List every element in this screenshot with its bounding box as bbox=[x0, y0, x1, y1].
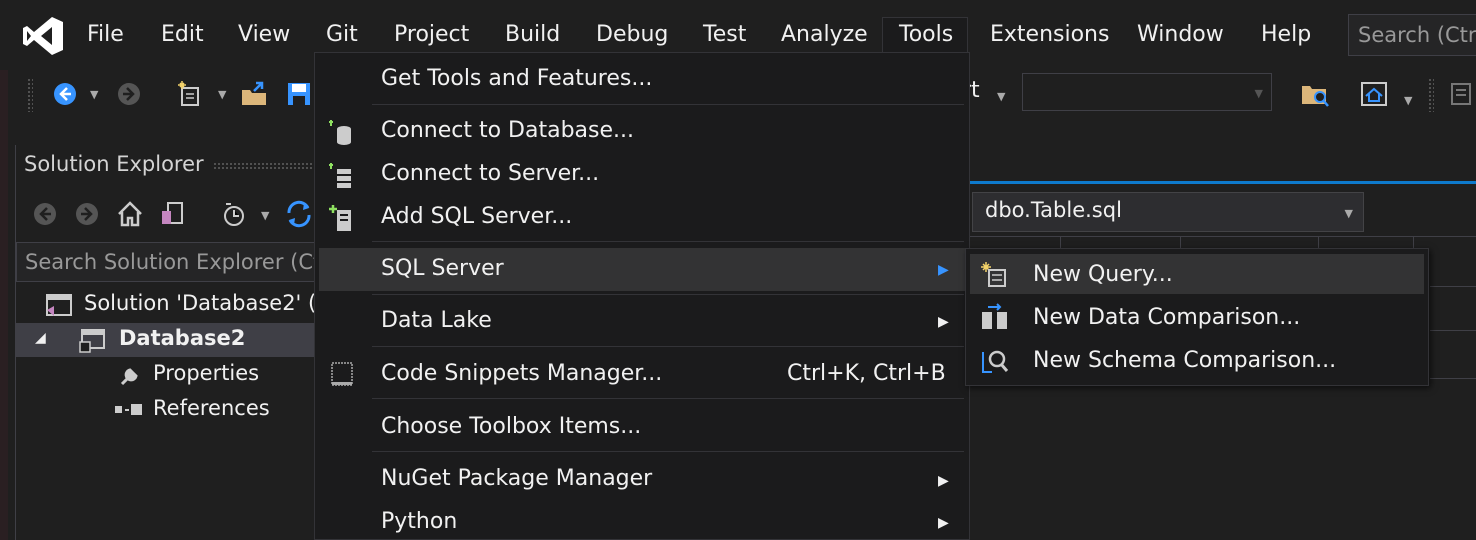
menu-data-lake[interactable]: Data Lake bbox=[381, 308, 492, 333]
document-tab-accent bbox=[970, 181, 1476, 184]
menu-separator bbox=[372, 104, 964, 105]
menu-window[interactable]: Window bbox=[1137, 17, 1224, 53]
chevron-down-icon: ▼ bbox=[1254, 87, 1263, 100]
configuration-dropdown[interactable]: ▼ bbox=[1022, 73, 1272, 111]
menu-separator bbox=[372, 294, 964, 295]
new-project-dropdown-arrow-icon[interactable]: ▼ bbox=[218, 88, 226, 101]
back-icon[interactable] bbox=[52, 81, 78, 107]
menu-extensions[interactable]: Extensions bbox=[990, 17, 1109, 53]
schema-comparison-icon bbox=[982, 350, 1009, 373]
forward-icon[interactable] bbox=[116, 81, 142, 107]
submenu-new-data-comparison[interactable]: New Data Comparison... bbox=[1033, 305, 1300, 330]
new-query-icon bbox=[981, 262, 1006, 287]
menu-code-snippets[interactable]: Code Snippets Manager... bbox=[381, 361, 662, 386]
submenu-arrow-icon: ▶ bbox=[938, 314, 949, 330]
chevron-down-icon: ▼ bbox=[1344, 207, 1353, 220]
connect-server-icon bbox=[329, 163, 351, 188]
database-project-icon bbox=[79, 329, 105, 353]
solution-search-input[interactable]: Search Solution Explorer (Ct bbox=[16, 242, 315, 282]
submenu-new-schema-comparison[interactable]: New Schema Comparison... bbox=[1033, 348, 1336, 373]
tree-references[interactable]: References bbox=[153, 396, 270, 420]
save-icon[interactable] bbox=[286, 81, 312, 107]
menu-separator bbox=[372, 451, 964, 452]
submenu-new-query[interactable]: New Query... bbox=[1033, 262, 1173, 287]
pending-changes-filter-icon[interactable] bbox=[220, 200, 248, 228]
menu-separator bbox=[372, 346, 964, 347]
window-left-edge bbox=[0, 70, 8, 540]
menu-project[interactable]: Project bbox=[394, 17, 469, 53]
grid-row-line bbox=[1430, 378, 1476, 379]
start-dropdown-arrow-icon[interactable]: ▼ bbox=[997, 90, 1005, 103]
switch-views-icon[interactable] bbox=[158, 200, 186, 228]
find-in-files-icon[interactable] bbox=[1300, 80, 1332, 108]
sol-back-icon[interactable] bbox=[32, 201, 58, 227]
menu-file[interactable]: File bbox=[87, 17, 124, 53]
menu-git[interactable]: Git bbox=[326, 17, 358, 53]
menu-connect-database[interactable]: Connect to Database... bbox=[381, 118, 634, 143]
solution-icon bbox=[46, 294, 72, 316]
menu-connect-server[interactable]: Connect to Server... bbox=[381, 161, 599, 186]
filter-dropdown-arrow-icon[interactable]: ▼ bbox=[261, 209, 269, 222]
toolbar-grip-2[interactable] bbox=[1428, 78, 1434, 112]
menu-separator bbox=[372, 241, 964, 242]
menu-tools[interactable]: Tools bbox=[899, 17, 953, 53]
code-snippets-shortcut: Ctrl+K, Ctrl+B bbox=[787, 361, 946, 386]
menu-separator bbox=[372, 398, 964, 399]
tree-project[interactable]: Database2 bbox=[119, 326, 245, 350]
menu-get-tools[interactable]: Get Tools and Features... bbox=[381, 66, 652, 91]
submenu-arrow-icon: ▶ bbox=[938, 473, 949, 489]
toolbar-grip[interactable] bbox=[27, 78, 33, 112]
panel-title-grip[interactable] bbox=[213, 162, 313, 170]
expand-arrow-icon[interactable]: ◢ bbox=[35, 330, 46, 346]
references-icon bbox=[115, 404, 142, 415]
code-snippets-icon bbox=[331, 362, 353, 386]
toolbar-overflow-icon[interactable] bbox=[1446, 80, 1476, 108]
browse-icon[interactable] bbox=[1360, 80, 1388, 108]
visual-studio-logo-icon[interactable] bbox=[22, 16, 64, 56]
connect-database-icon bbox=[329, 120, 351, 145]
menu-debug[interactable]: Debug bbox=[596, 17, 668, 53]
open-folder-icon[interactable] bbox=[240, 80, 270, 108]
menu-analyze[interactable]: Analyze bbox=[781, 17, 868, 53]
tree-solution[interactable]: Solution 'Database2' (1 bbox=[84, 291, 330, 315]
solution-explorer-title[interactable]: Solution Explorer bbox=[24, 152, 204, 176]
menu-help[interactable]: Help bbox=[1261, 17, 1311, 53]
new-project-icon[interactable] bbox=[176, 80, 204, 108]
menu-choose-toolbox-items[interactable]: Choose Toolbox Items... bbox=[381, 414, 641, 439]
menu-add-sql-server[interactable]: Add SQL Server... bbox=[381, 204, 572, 229]
menu-python[interactable]: Python bbox=[381, 509, 457, 534]
grid-header-top bbox=[970, 236, 1476, 237]
back-dropdown-arrow-icon[interactable]: ▼ bbox=[90, 88, 98, 101]
tree-properties[interactable]: Properties bbox=[153, 361, 259, 385]
menu-view[interactable]: View bbox=[238, 17, 290, 53]
submenu-arrow-icon: ▶ bbox=[938, 515, 949, 531]
menu-edit[interactable]: Edit bbox=[161, 17, 204, 53]
wrench-icon bbox=[120, 368, 138, 386]
home-icon[interactable] bbox=[116, 200, 144, 228]
data-comparison-icon bbox=[982, 303, 1007, 329]
browse-dropdown-arrow-icon[interactable]: ▼ bbox=[1404, 94, 1412, 107]
menu-build[interactable]: Build bbox=[505, 17, 560, 53]
search-input[interactable]: Search (Ctrl bbox=[1348, 14, 1476, 56]
add-sql-server-icon bbox=[329, 205, 351, 231]
sol-forward-icon[interactable] bbox=[74, 201, 100, 227]
grid-row-line bbox=[1430, 286, 1476, 287]
submenu-arrow-icon: ▶ bbox=[938, 262, 949, 278]
grid-row-line bbox=[1430, 330, 1476, 331]
menu-sql-server[interactable]: SQL Server bbox=[381, 256, 504, 281]
menu-nuget-package-manager[interactable]: NuGet Package Manager bbox=[381, 466, 652, 491]
sync-icon[interactable] bbox=[284, 199, 314, 229]
object-dropdown-value: dbo.Table.sql bbox=[985, 198, 1122, 222]
menu-test[interactable]: Test bbox=[703, 17, 746, 53]
